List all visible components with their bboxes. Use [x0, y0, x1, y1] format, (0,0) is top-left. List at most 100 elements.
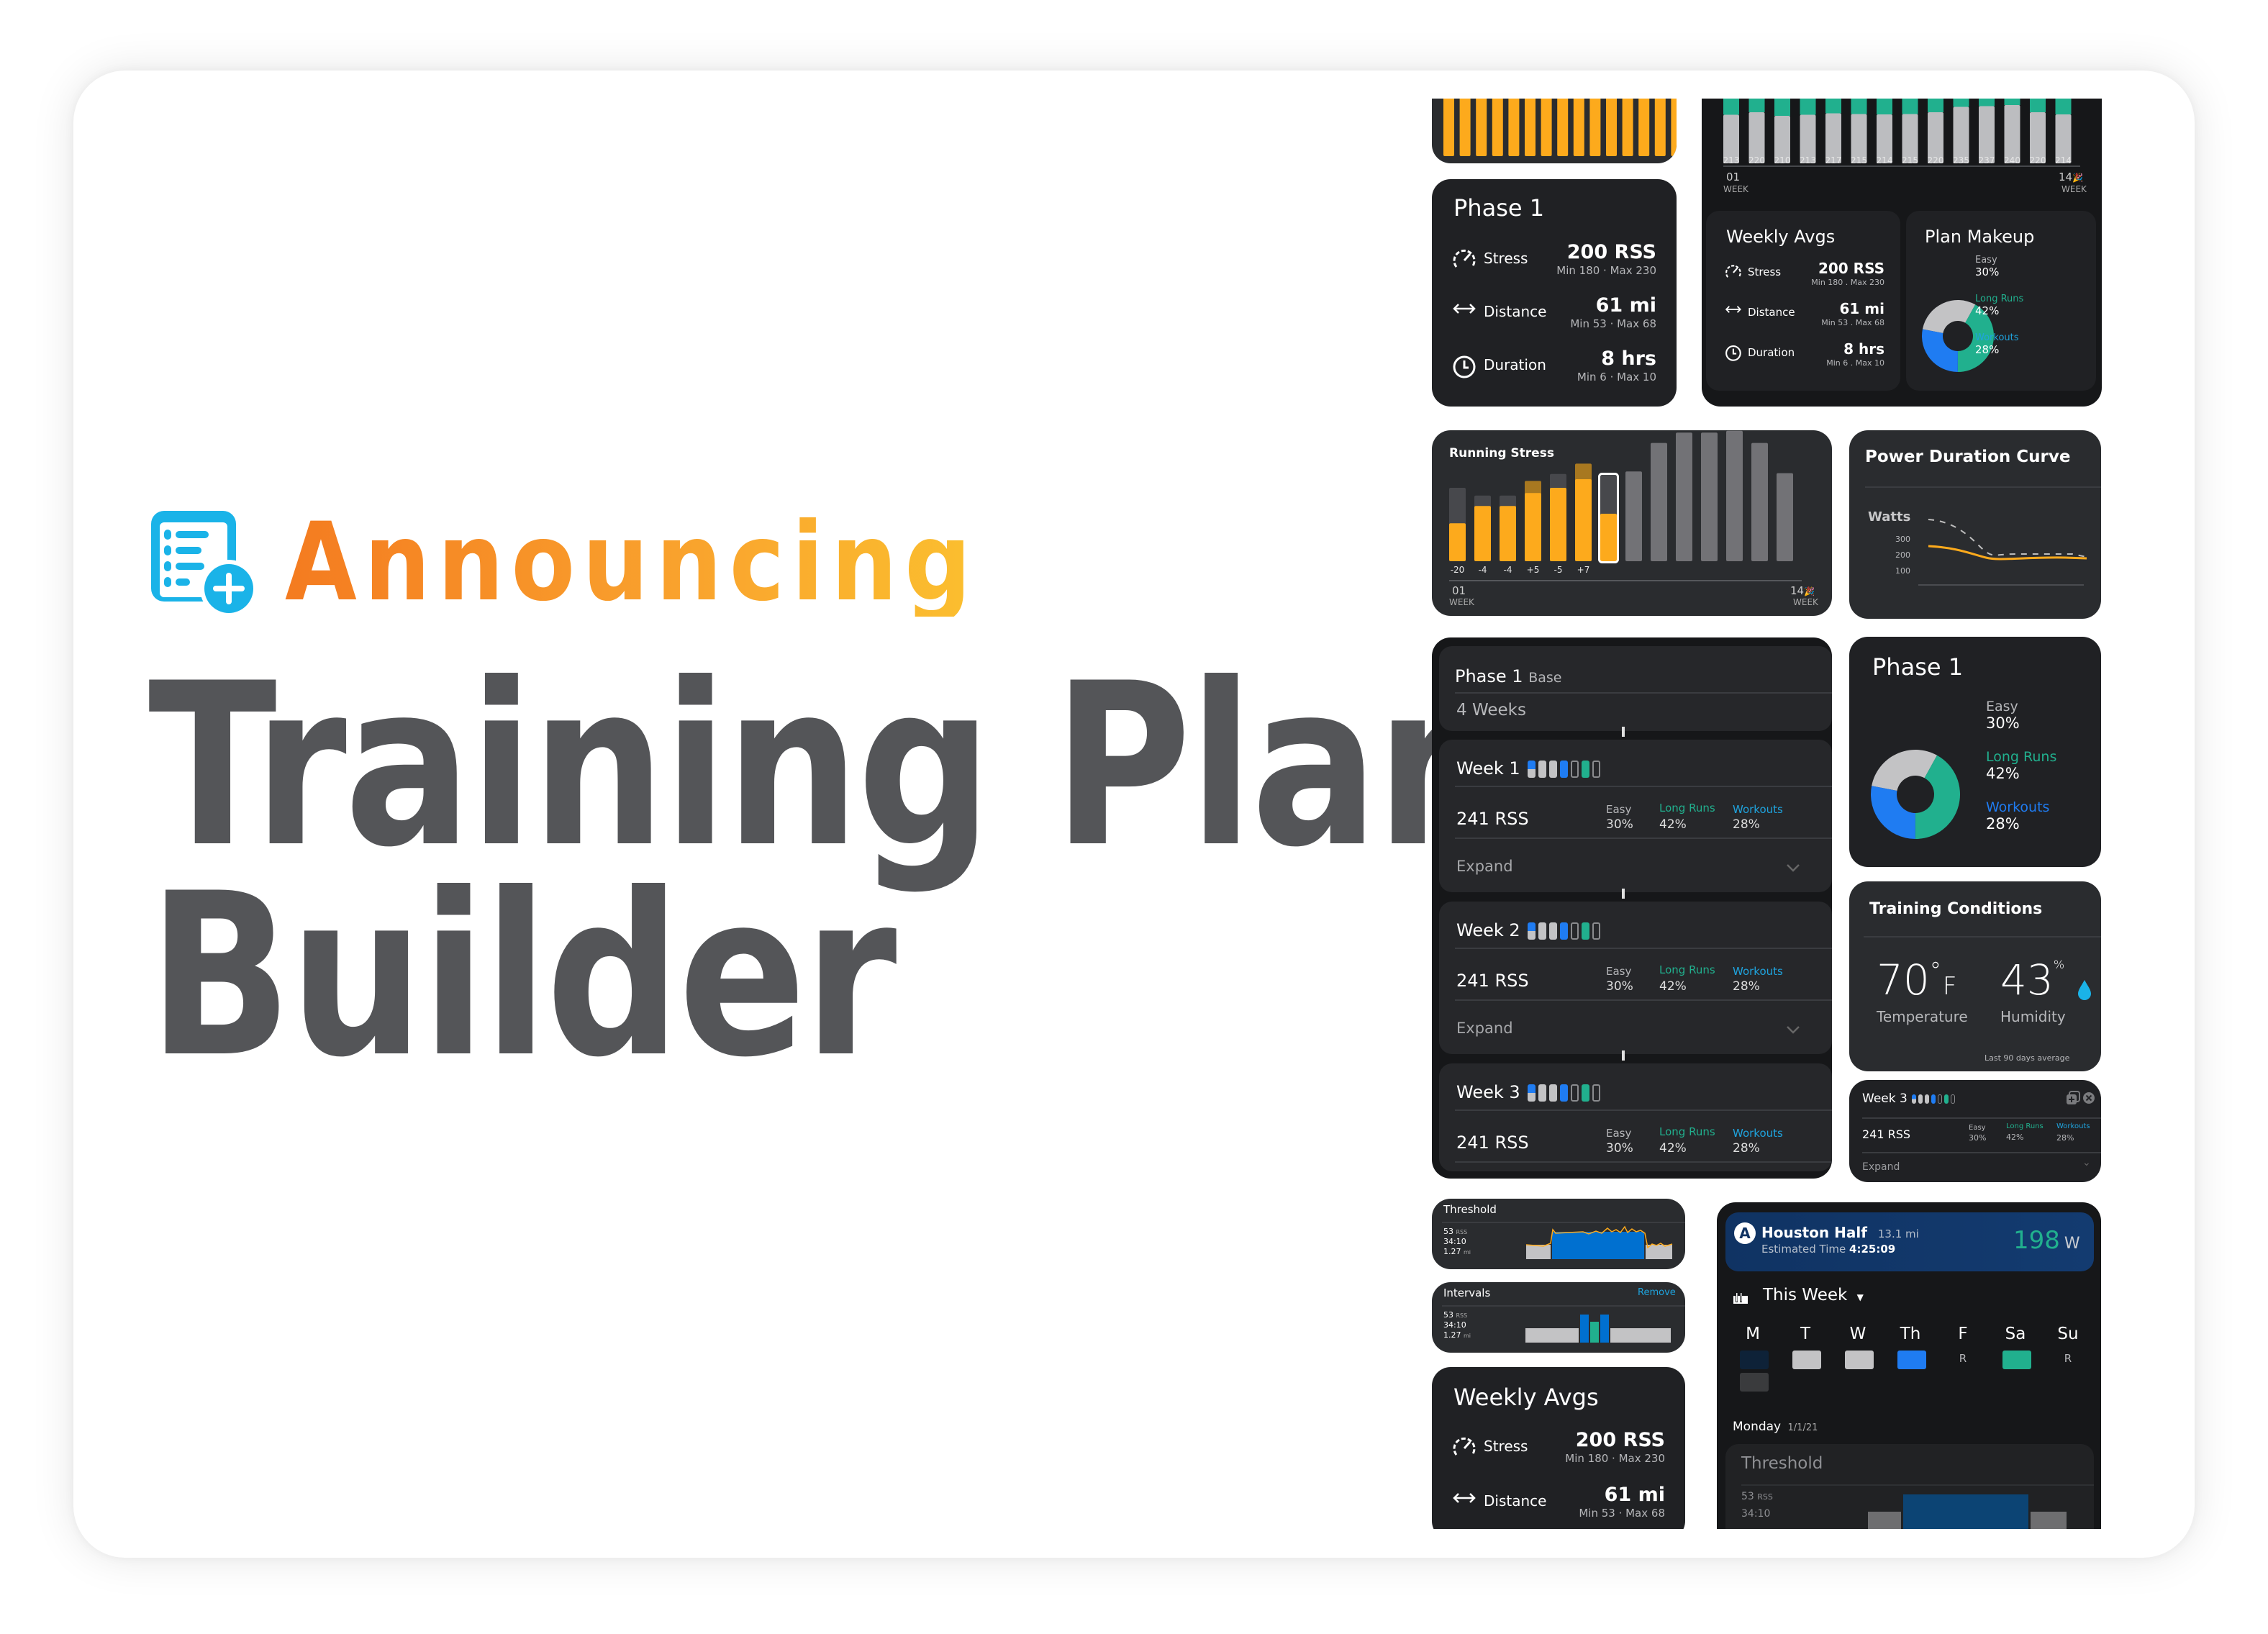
panels-collage: Phase 1 Stress 200 RSS Min 180 · Max 230 Di… [73, 99, 2195, 1529]
future-segment [1751, 442, 1768, 561]
orange-bar [1476, 99, 1487, 156]
rs-start-week: 01 [1452, 584, 1466, 597]
phase-donut-title: Phase 1 [1872, 653, 1964, 681]
stat-label: Distance [1748, 306, 1795, 319]
conditions-title: Training Conditions [1869, 900, 2043, 918]
day-workout-block[interactable] [1792, 1351, 1821, 1369]
easy-value: 30% [1606, 979, 1633, 994]
race-name: Houston Half 13.1 mi [1761, 1225, 1919, 1240]
phase-detail-name: Phase 1 [1455, 666, 1523, 686]
close-icon[interactable] [2082, 1091, 2095, 1104]
estimated-time: Estimated Time 4:25:09 [1761, 1244, 1895, 1255]
stress-week-bar [1598, 473, 1619, 563]
chevron-down-icon[interactable] [1786, 1025, 1800, 1034]
power-duration-card: Power Duration Curve Watts 300 200 100 [1849, 430, 2101, 619]
week3-expand[interactable]: Expand [1862, 1162, 1900, 1172]
stress-week-bar [1751, 442, 1768, 561]
long-runs-segment [2030, 99, 2046, 112]
day-label: T [1800, 1325, 1811, 1343]
workouts-value: 28% [1733, 1141, 1760, 1156]
interval-recovery [1590, 1322, 1599, 1343]
plan-week-bar [1748, 99, 1765, 163]
week-rss: 241 RSS [1456, 971, 1529, 991]
interval-2 [1600, 1315, 1609, 1343]
completed-segment [1474, 506, 1491, 561]
day-workout-block[interactable] [2002, 1351, 2031, 1369]
party-icon: 🎉 [2072, 173, 2084, 183]
phase-donut-chart [1871, 750, 1960, 839]
est-time-value: 4:25:09 [1849, 1243, 1896, 1256]
chevron-down-icon[interactable] [1786, 863, 1800, 872]
temp-scale: F [1942, 972, 1957, 1001]
day-workout-block[interactable] [1897, 1351, 1926, 1369]
phase-duration: 4 Weeks [1456, 701, 1526, 720]
divider [1862, 1117, 2101, 1119]
day-label: Sa [2005, 1325, 2026, 1343]
temperature-label: Temperature [1877, 1008, 1968, 1025]
stat-label: Distance [1484, 303, 1547, 320]
duplicate-icon[interactable] [2065, 1090, 2081, 1106]
race-power-unit: W [2064, 1235, 2080, 1253]
stress-delta-label: -20 [1451, 565, 1465, 574]
plan-week-bar [2055, 99, 2072, 163]
easy-value: 30% [1606, 817, 1633, 832]
stress-week-bar [1525, 481, 1541, 561]
power-curve-actual-line [1928, 545, 2087, 560]
orange-bar [1492, 99, 1503, 156]
week-card[interactable]: Week 3 241 RSS Easy 30% Long Runs 42% Workouts… [1439, 1063, 1832, 1171]
orange-bar [1525, 99, 1536, 156]
long-runs-segment [1877, 99, 1892, 114]
divider [1864, 936, 2101, 938]
week-period-dropdown[interactable]: This Week ▼ [1763, 1287, 1864, 1304]
announcement-card: Announcing Training Plan Builder Phase 1… [73, 71, 2195, 1558]
stat-range: Min 6 . Max 10 [1826, 358, 1884, 368]
orange-bar [1606, 99, 1617, 156]
easy-value: 30% [1606, 1141, 1633, 1156]
week-connector [1622, 1050, 1625, 1061]
calendar-bars-icon [1733, 1292, 1748, 1304]
orange-bar [1622, 99, 1633, 156]
arrows-horizontal-icon [1725, 304, 1742, 317]
week-total-label: 213 [1723, 155, 1740, 165]
long-runs-value: 42% [1659, 979, 1687, 994]
week-card[interactable]: Week 2 241 RSS Easy 30% Long Runs 42% Workouts… [1439, 902, 1832, 1054]
completed-segment [1449, 523, 1466, 561]
week-total-label: 220 [1928, 155, 1944, 165]
orange-bars-card [1432, 99, 1677, 163]
expand-button[interactable]: Expand [1456, 1021, 1513, 1036]
humidity-label: Humidity [2000, 1008, 2066, 1025]
day-workout-card[interactable]: Threshold 53 RSS 34:10 [1725, 1444, 2094, 1529]
day-workout-title: Threshold [1741, 1454, 1823, 1473]
cooldown-segment [1646, 1245, 1672, 1259]
water-drop-icon [2078, 980, 2091, 1000]
long-runs-segment [2055, 99, 2072, 114]
day-workout-block[interactable] [1740, 1373, 1769, 1392]
race-power-value: 198 [2013, 1226, 2060, 1255]
arrows-horizontal-icon [1452, 301, 1477, 319]
intervals-profile-chart [1525, 1315, 1671, 1343]
future-segment [1726, 430, 1743, 561]
expand-button[interactable]: Expand [1456, 859, 1513, 874]
threshold-segment [1903, 1494, 2028, 1529]
day-workout-block[interactable] [1845, 1351, 1874, 1369]
end-week-number: 14 [2059, 171, 2073, 183]
phase-legend-label: Long Runs [1986, 749, 2057, 765]
week-card[interactable]: Week 1 241 RSS Easy 30% Long Runs 42% Workouts… [1439, 740, 1832, 892]
makeup-legend-label: Easy [1975, 255, 1997, 265]
stat-label: Stress [1484, 250, 1528, 267]
week-total-label: 237 [1979, 155, 1995, 165]
chevron-down-icon[interactable]: ⌄ [2082, 1158, 2091, 1168]
phase-title: Phase 1 [1453, 194, 1545, 222]
long-runs-segment [1825, 99, 1841, 114]
stat-range: Min 53 · Max 68 [1570, 317, 1656, 330]
day-workout-block[interactable] [1740, 1351, 1769, 1369]
plan-week-bar [1877, 99, 1892, 163]
donut-slice-workouts [1922, 329, 1958, 372]
stress-delta-label: +7 [1577, 565, 1590, 574]
stat-value: 61 mi [1595, 294, 1656, 317]
divider [1455, 692, 1832, 694]
completed-segment [1500, 506, 1516, 561]
week3-workouts-label: Workouts [2056, 1122, 2090, 1130]
stress-week-bar [1474, 495, 1491, 561]
week-day-bars [1911, 1094, 1955, 1104]
